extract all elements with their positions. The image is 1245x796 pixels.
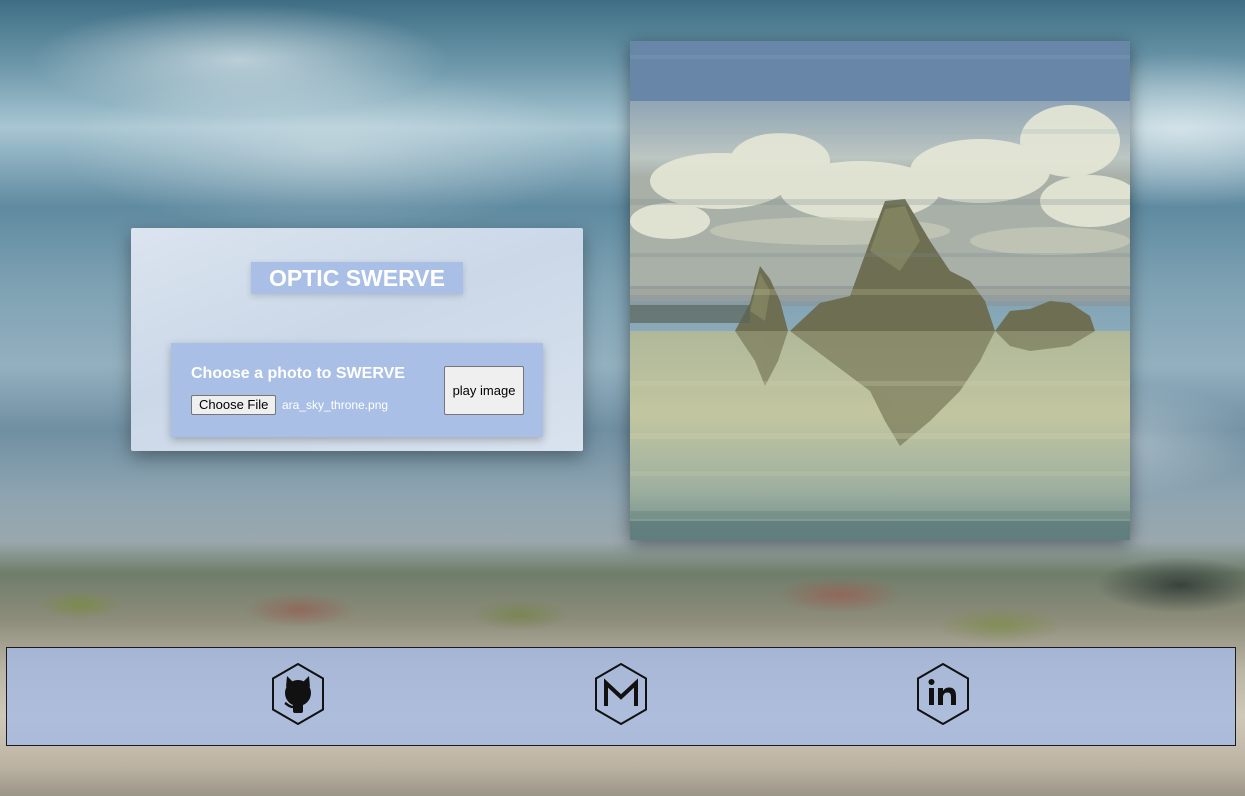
linkedin-link[interactable] — [916, 663, 970, 725]
app-title: OPTIC SWERVE — [251, 262, 463, 294]
page-background: OPTIC SWERVE Choose a photo to SWERVE Ch… — [0, 0, 1245, 796]
gmail-icon — [595, 663, 647, 725]
github-link[interactable] — [271, 663, 325, 725]
choose-photo-label: Choose a photo to SWERVE — [191, 365, 405, 382]
github-icon — [272, 663, 324, 725]
beach-plants-decoration — [0, 555, 1245, 655]
play-image-button[interactable]: play image — [444, 366, 524, 415]
selected-file-name: ara_sky_throne.png — [282, 398, 389, 412]
swerved-image-preview — [630, 41, 1130, 540]
gmail-link[interactable] — [594, 663, 648, 725]
linkedin-icon — [917, 663, 969, 725]
choose-file-button[interactable]: Choose File — [191, 395, 277, 415]
